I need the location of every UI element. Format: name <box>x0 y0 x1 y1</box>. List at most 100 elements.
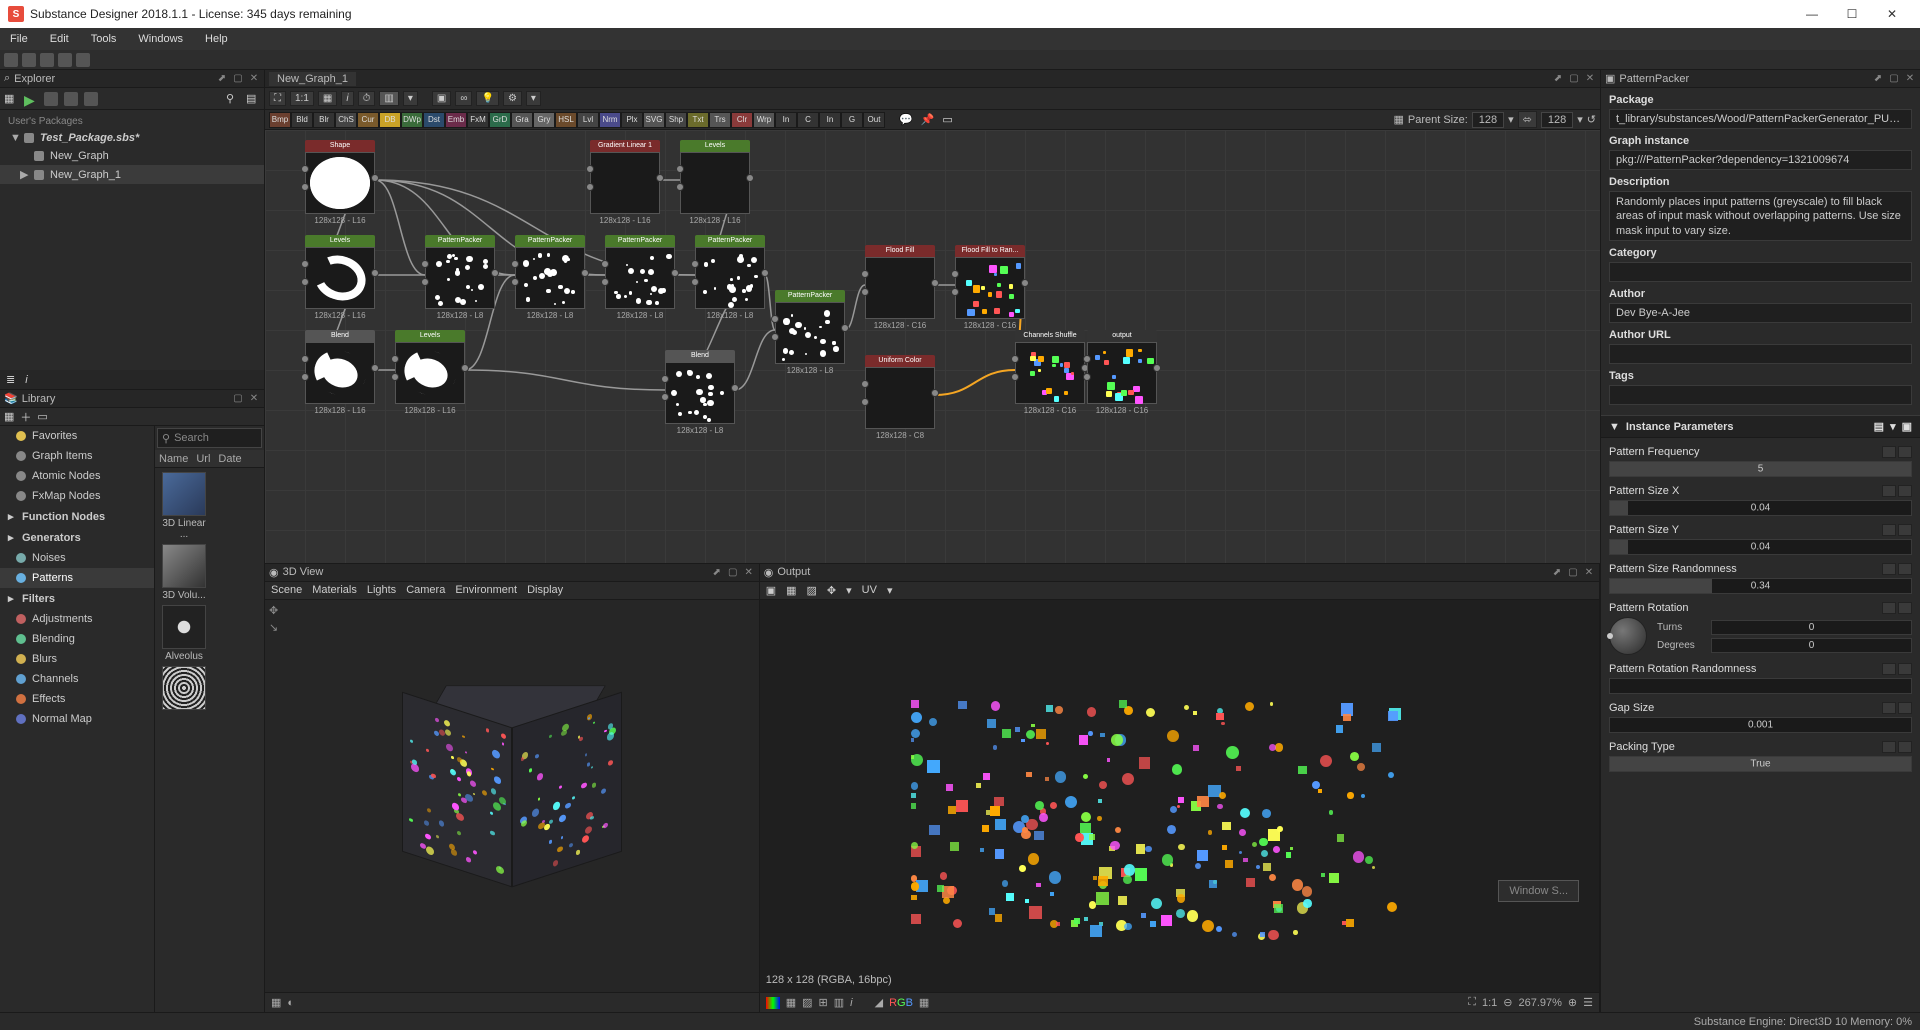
category-field[interactable] <box>1609 262 1912 282</box>
uv-label[interactable]: UV <box>862 584 877 596</box>
library-category[interactable]: Noises <box>0 548 154 568</box>
parameter-slider[interactable]: 0.001 <box>1609 717 1912 733</box>
node-chip[interactable]: Gra <box>511 112 533 128</box>
panel-close-icon[interactable]: ✕ <box>1584 73 1596 85</box>
library-item[interactable]: 3D Linear ... <box>159 472 209 540</box>
graph-node[interactable]: Blend128x128 - L8 <box>665 350 735 435</box>
library-item[interactable]: Alveolus <box>159 605 209 662</box>
zoom-fit-button[interactable]: ⛶ <box>269 91 286 106</box>
library-category[interactable]: ▸Generators <box>0 527 154 548</box>
panel-pin-icon[interactable]: ⬈ <box>1872 73 1884 85</box>
graph-node[interactable]: Gradient Linear 1128x128 - L16 <box>590 140 660 225</box>
view3d-menu[interactable]: Display <box>527 584 563 596</box>
tool-icon[interactable]: ↘ <box>269 621 278 634</box>
node-chip[interactable]: Nrm <box>599 112 621 128</box>
view3d-menu[interactable]: Materials <box>312 584 357 596</box>
panel-float-icon[interactable]: ▢ <box>1568 73 1580 85</box>
zoom-ratio-button[interactable]: 1:1 <box>290 91 314 106</box>
panel-pin-icon[interactable]: ⬈ <box>1552 73 1564 85</box>
parameter-slider[interactable]: True <box>1609 756 1912 772</box>
graph-node[interactable]: Shape128x128 - L16 <box>305 140 375 225</box>
toolbar-icon[interactable]: ▦ <box>318 91 337 106</box>
grid-icon[interactable]: ⊞ <box>819 996 828 1009</box>
toolbar-icon[interactable]: ▭ <box>37 410 47 423</box>
graph-node[interactable]: Blend128x128 - L16 <box>305 330 375 415</box>
parent-size-b[interactable]: 128 <box>1541 112 1573 128</box>
library-category[interactable]: Graph Items <box>0 446 154 466</box>
param-menu-icon[interactable] <box>1882 702 1896 714</box>
library-category[interactable]: Patterns <box>0 568 154 588</box>
toolbar-icon[interactable]: ▣ <box>432 91 451 106</box>
node-chip[interactable]: Dst <box>423 112 445 128</box>
node-chip[interactable]: In <box>775 112 797 128</box>
node-chip[interactable]: Gry <box>533 112 555 128</box>
channel-icon[interactable]: ▦ <box>786 996 796 1009</box>
toolbar-icon[interactable] <box>84 92 98 106</box>
menu-tools[interactable]: Tools <box>87 31 121 47</box>
parameter-slider[interactable] <box>1609 678 1912 694</box>
tab-icon[interactable]: ≣ <box>6 373 15 386</box>
graph-node[interactable]: PatternPacker128x128 - L8 <box>605 235 675 320</box>
close-button[interactable]: ✕ <box>1872 0 1912 28</box>
param-menu-icon[interactable] <box>1898 741 1912 753</box>
graph-node[interactable]: Levels128x128 - L16 <box>680 140 750 225</box>
library-category[interactable]: Blending <box>0 629 154 649</box>
menu-edit[interactable]: Edit <box>46 31 73 47</box>
menu-file[interactable]: File <box>6 31 32 47</box>
parameter-slider[interactable]: 0.04 <box>1609 539 1912 555</box>
node-chip[interactable]: FxM <box>467 112 489 128</box>
param-menu-icon[interactable] <box>1882 663 1896 675</box>
toolbar-icon[interactable]: ▦ <box>271 996 281 1009</box>
library-category[interactable]: Atomic Nodes <box>0 466 154 486</box>
toolbar-dropdown[interactable]: ▾ <box>403 91 418 106</box>
params-icon[interactable]: ▣ <box>1902 420 1912 433</box>
view3d-menu[interactable]: Camera <box>406 584 445 596</box>
toolbar-icon[interactable] <box>40 53 54 67</box>
tab-icon[interactable]: i <box>25 374 27 386</box>
node-chip[interactable]: Bmp <box>269 112 291 128</box>
library-category[interactable]: Normal Map <box>0 709 154 729</box>
rgb-label-icon[interactable]: RGB <box>889 997 913 1009</box>
view3d-menu[interactable]: Environment <box>455 584 517 596</box>
param-menu-icon[interactable] <box>1898 663 1912 675</box>
gizmo-icon[interactable]: ✥ <box>269 604 278 617</box>
parameter-slider[interactable]: 5 <box>1609 461 1912 477</box>
graph-node[interactable]: Flood Fill to Ran...128x128 - C16 <box>955 245 1025 330</box>
graph-node[interactable]: Levels128x128 - L16 <box>395 330 465 415</box>
node-chip[interactable]: Txt <box>687 112 709 128</box>
graph-node[interactable]: PatternPacker128x128 - L8 <box>425 235 495 320</box>
toolbar-icon[interactable]: ✥ <box>827 584 836 597</box>
info-icon[interactable]: i <box>341 91 353 106</box>
channel-icon[interactable]: ▨ <box>802 996 812 1009</box>
graph-node[interactable]: Channels Shuffle128x128 - C16 <box>1015 330 1085 415</box>
highlight-button[interactable]: ▥ <box>379 91 398 106</box>
library-category[interactable]: Effects <box>0 689 154 709</box>
panel-close-icon[interactable]: ✕ <box>743 566 755 578</box>
toolbar-icon[interactable]: ◐ <box>287 997 294 1009</box>
param-menu-icon[interactable] <box>1898 602 1912 614</box>
degrees-field[interactable]: 0 <box>1711 638 1912 653</box>
parameter-slider[interactable]: 0.34 <box>1609 578 1912 594</box>
node-chip[interactable]: Emb <box>445 112 467 128</box>
channel-rgb-icon[interactable] <box>766 997 780 1009</box>
panel-pin-icon[interactable]: ⬈ <box>1551 566 1563 578</box>
library-search-input[interactable]: ⚲ Search <box>157 428 262 448</box>
node-chip[interactable]: G <box>841 112 863 128</box>
toolbar-icon[interactable] <box>58 53 72 67</box>
fit-icon[interactable]: ⛶ <box>1468 996 1476 1009</box>
node-chip[interactable]: Bld <box>291 112 313 128</box>
histogram-icon[interactable]: ◢ <box>875 996 883 1009</box>
minimize-button[interactable]: — <box>1792 0 1832 28</box>
graph-node[interactable]: PatternPacker128x128 - L8 <box>775 290 845 375</box>
collapse-icon[interactable]: ▼ <box>1609 421 1620 433</box>
library-category[interactable]: ▸Filters <box>0 588 154 609</box>
param-menu-icon[interactable] <box>1898 563 1912 575</box>
output-viewport[interactable]: 128 x 128 (RGBA, 16bpc) Window S... <box>760 600 1599 992</box>
node-chip[interactable]: SVG <box>643 112 665 128</box>
toolbar-icon[interactable] <box>76 53 90 67</box>
author-field[interactable]: Dev Bye-A-Jee <box>1609 303 1912 323</box>
toolbar-icon[interactable]: ▦ <box>786 584 796 597</box>
node-chip[interactable]: In <box>819 112 841 128</box>
frame-icon[interactable]: ▭ <box>942 113 952 126</box>
rotation-dial[interactable] <box>1609 617 1647 655</box>
